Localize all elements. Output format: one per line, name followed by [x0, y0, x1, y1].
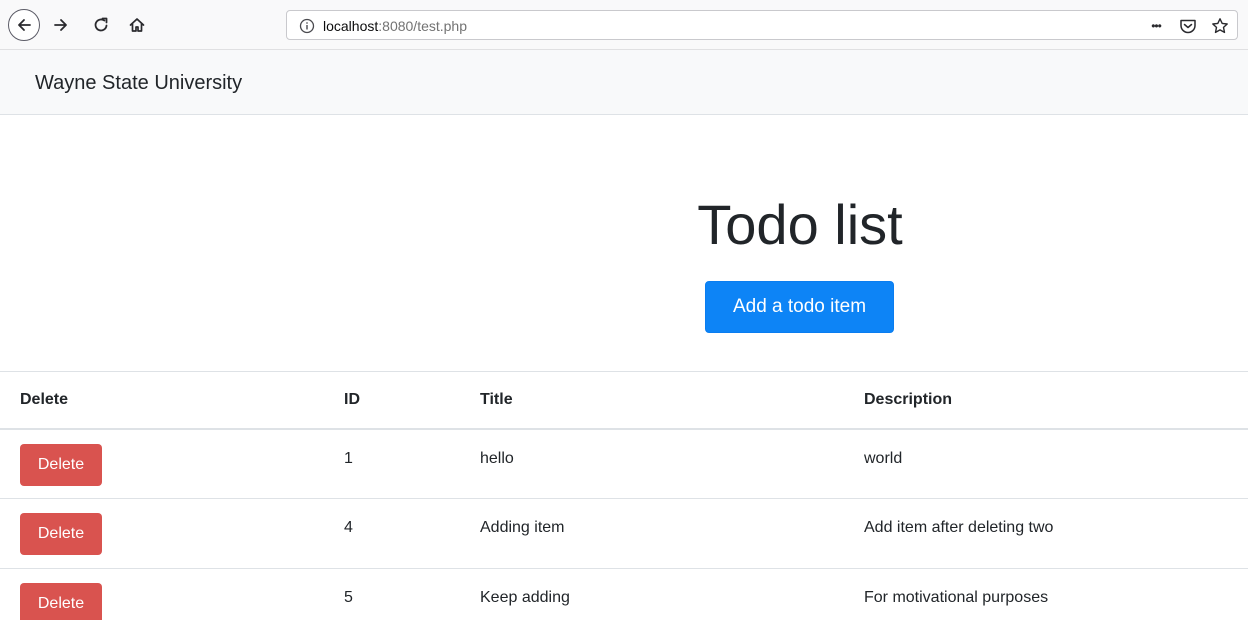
home-icon — [129, 18, 145, 32]
url-bar[interactable]: localhost:8080/test.php ••• — [286, 10, 1238, 40]
column-header-title: Title — [460, 371, 844, 430]
page-title: Todo list — [697, 193, 903, 256]
pocket-icon[interactable] — [1177, 16, 1199, 36]
url-text: localhost:8080/test.php — [323, 18, 467, 34]
home-button[interactable] — [124, 13, 150, 37]
delete-cell: Delete — [0, 428, 324, 499]
url-path: :8080/test.php — [378, 18, 468, 34]
more-label: ••• — [1151, 19, 1162, 33]
todo-table: Delete ID Title Description Delete 1 hel… — [0, 371, 1248, 620]
column-header-delete: Delete — [0, 371, 324, 430]
reload-button[interactable] — [88, 13, 114, 37]
back-button[interactable] — [8, 9, 40, 41]
column-header-id: ID — [324, 371, 460, 430]
browser-toolbar: localhost:8080/test.php ••• — [0, 0, 1248, 50]
table-row: Delete 1 hello world — [0, 428, 1248, 499]
table-row: Delete 5 Keep adding For motivational pu… — [0, 568, 1248, 620]
delete-button[interactable]: Delete — [20, 443, 102, 486]
id-cell: 4 — [324, 498, 460, 569]
site-navbar: Wayne State University — [0, 50, 1248, 115]
table-header-row: Delete ID Title Description — [0, 371, 1248, 430]
description-cell: world — [844, 428, 1248, 499]
id-cell: 1 — [324, 428, 460, 499]
info-icon[interactable] — [299, 18, 315, 34]
column-header-description: Description — [844, 371, 1248, 430]
id-cell: 5 — [324, 568, 460, 620]
forward-arrow-icon — [54, 19, 67, 31]
bookmark-star-icon[interactable] — [1209, 16, 1231, 36]
reload-icon — [94, 17, 108, 32]
forward-button[interactable] — [48, 13, 74, 37]
title-cell: Keep adding — [460, 568, 844, 620]
delete-cell: Delete — [0, 498, 324, 569]
add-todo-button[interactable]: Add a todo item — [705, 281, 894, 333]
back-arrow-icon — [18, 19, 31, 31]
title-cell: hello — [460, 428, 844, 499]
title-cell: Adding item — [460, 498, 844, 569]
delete-button[interactable]: Delete — [20, 583, 102, 620]
delete-button[interactable]: Delete — [20, 513, 102, 555]
more-icon[interactable]: ••• — [1145, 16, 1167, 36]
description-cell: Add item after deleting two — [844, 498, 1248, 569]
delete-cell: Delete — [0, 568, 324, 620]
url-host: localhost — [323, 18, 379, 34]
table-row: Delete 4 Adding item Add item after dele… — [0, 498, 1248, 569]
description-cell: For motivational purposes — [844, 568, 1248, 620]
navbar-brand[interactable]: Wayne State University — [35, 71, 242, 95]
